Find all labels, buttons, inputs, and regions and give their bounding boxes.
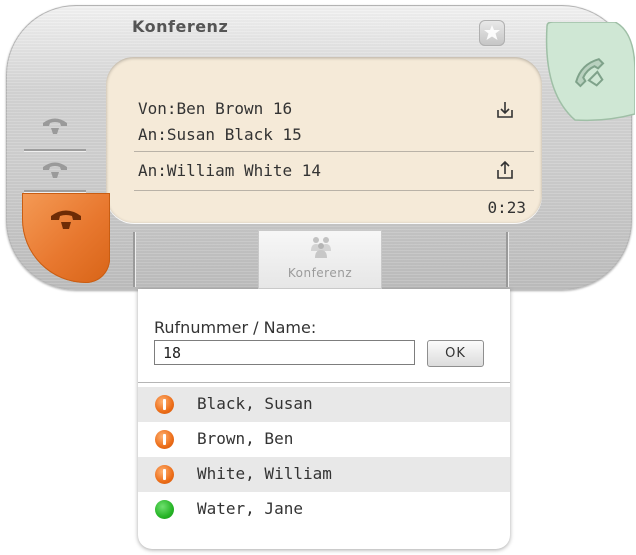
contact-row[interactable]: Brown, Ben [138,422,510,457]
contact-name: Brown, Ben [197,429,294,448]
contact-name: White, William [197,464,332,483]
contact-name: Black, Susan [197,394,313,413]
contact-row[interactable]: Water, Jane [138,492,510,527]
contact-row[interactable]: Black, Susan [138,387,510,422]
tab-conference[interactable]: Konferenz [258,230,382,289]
tab-divider [133,232,136,287]
call-duration: 0:23 [487,198,526,217]
line-1-button[interactable] [25,108,85,143]
search-label: Rufnummer / Name: [154,318,317,337]
upload-tray-icon[interactable] [496,160,514,184]
available-status-icon [155,500,174,519]
download-tray-icon[interactable] [496,101,514,123]
list-divider [138,382,510,383]
to-party: An:Susan Black 15 [138,125,302,144]
call-display: Von:Ben Brown 16 An:Susan Black 15 An:Wi… [106,57,542,223]
close-icon [484,25,500,40]
conference-people-icon [311,237,331,258]
contact-row[interactable]: White, William [138,457,510,492]
ok-button[interactable]: OK [427,340,484,367]
conference-party: An:William White 14 [138,161,322,180]
tab-divider [506,232,509,287]
tab-conference-label: Konferenz [287,266,353,280]
from-party: Von:Ben Brown 16 [138,99,293,118]
handset-icon [43,162,67,178]
call-button[interactable] [535,21,636,122]
close-button[interactable] [479,20,505,46]
search-input[interactable] [154,340,415,365]
busy-status-icon [155,430,174,449]
contact-name: Water, Jane [197,499,303,518]
conference-picker: Rufnummer / Name: OK Black, Susan Brown,… [138,289,510,549]
window-title: Konferenz [132,17,229,36]
busy-status-icon [155,395,174,414]
panel-divider [134,151,534,152]
panel-divider [134,190,534,191]
line-2-button[interactable] [25,152,85,187]
handset-icon [43,118,67,134]
hangup-icon [51,210,81,229]
busy-status-icon [155,465,174,484]
